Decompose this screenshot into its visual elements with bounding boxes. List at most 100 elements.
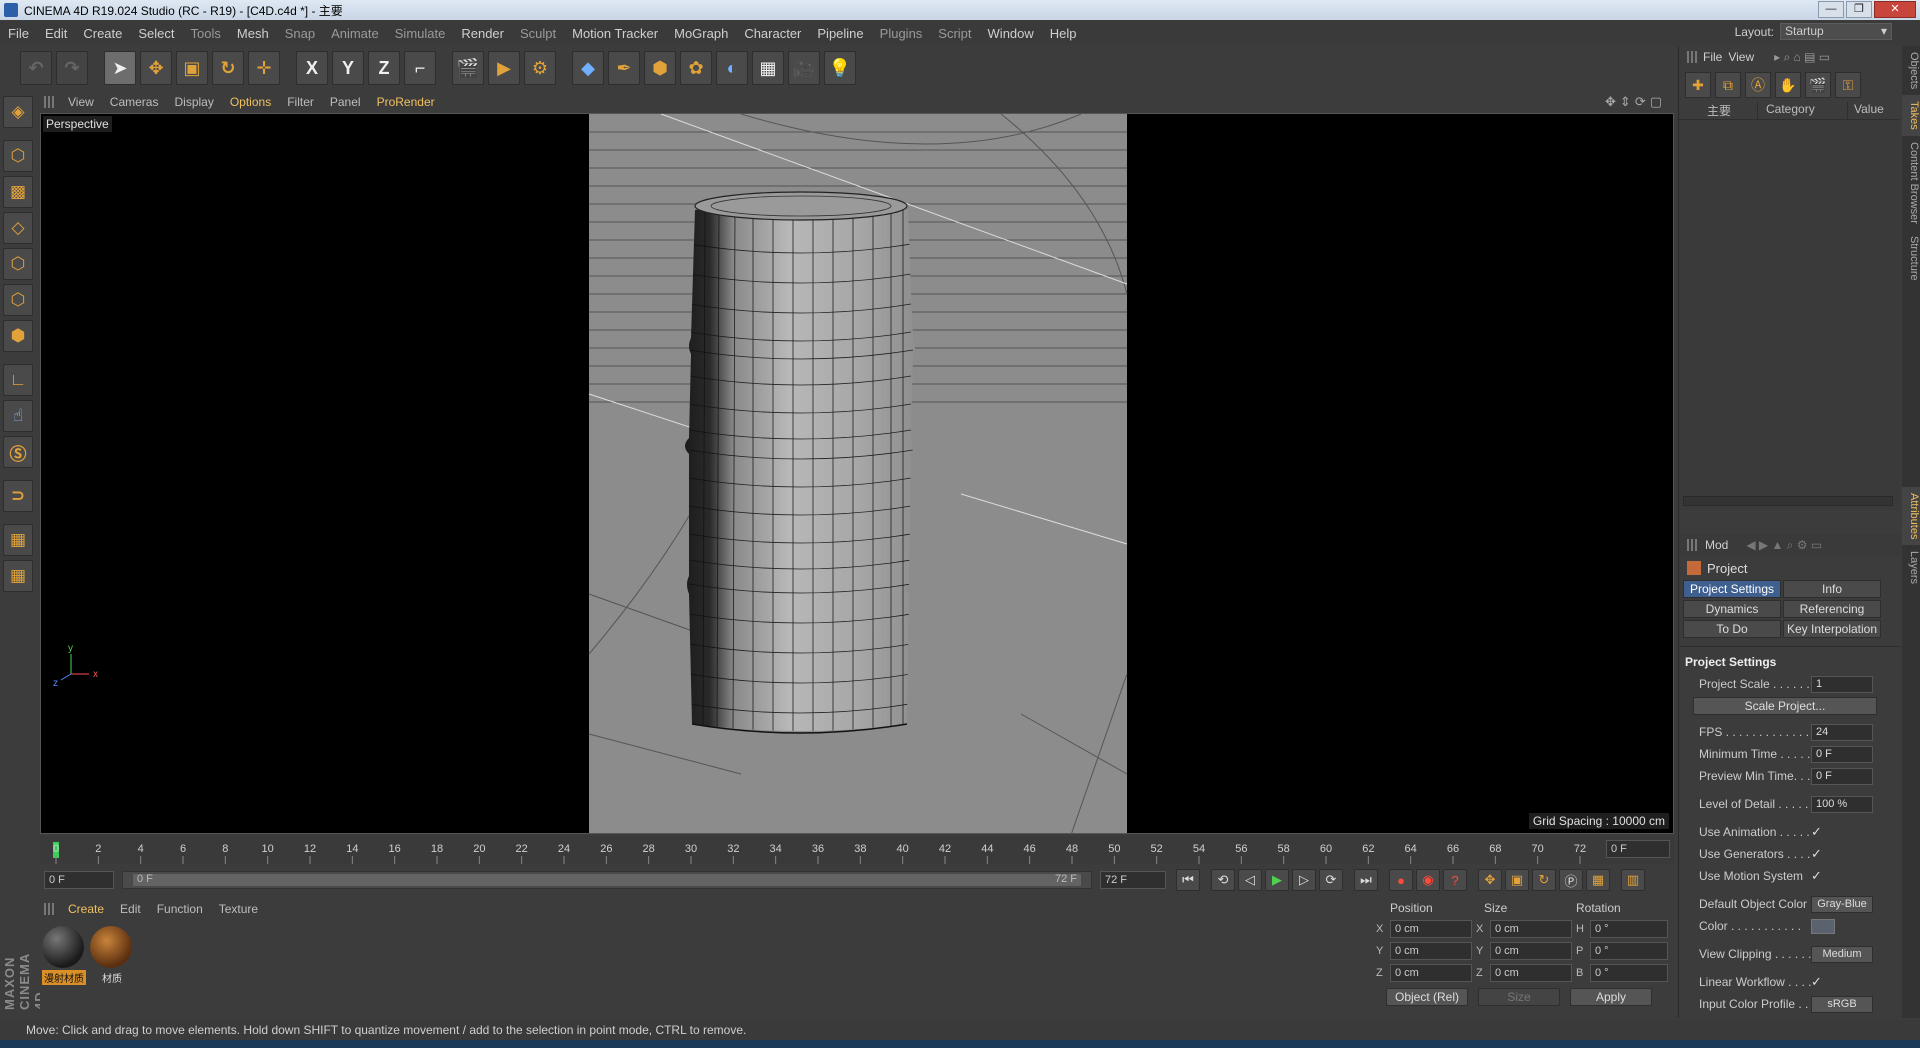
take-main-column[interactable]: 主要 xyxy=(1679,102,1757,119)
material-menu-create[interactable]: Create xyxy=(60,902,112,916)
side-tab-content-browser[interactable]: Content Browser xyxy=(1902,136,1920,230)
menu-file[interactable]: File xyxy=(0,26,37,41)
solo-icon[interactable]: Ⓢ xyxy=(3,436,33,468)
material-slot[interactable]: 漫射材质 xyxy=(42,926,86,986)
objects-menu-view[interactable]: View xyxy=(1728,50,1754,64)
menu-motion-tracker[interactable]: Motion Tracker xyxy=(564,26,666,41)
edges-mode-icon[interactable]: ⬡ xyxy=(3,284,33,316)
horizontal-scrollbar[interactable] xyxy=(1683,496,1893,506)
auto-take-icon[interactable]: Ⓐ xyxy=(1745,72,1771,98)
make-editable-icon[interactable]: ◈ xyxy=(3,96,33,128)
objects-menu-file[interactable]: File xyxy=(1703,50,1722,64)
texture-mode-icon[interactable]: ▩ xyxy=(3,176,33,208)
tweak-mode-icon[interactable]: ☝ xyxy=(3,400,33,432)
move-icon[interactable]: ✥ xyxy=(140,51,172,85)
size-mode-dropdown[interactable]: Size xyxy=(1478,988,1560,1006)
model-mode-icon[interactable]: ⬡ xyxy=(3,140,33,172)
timeline-window-icon[interactable]: ▥ xyxy=(1621,869,1645,891)
go-to-start-icon[interactable]: ⏮ xyxy=(1176,869,1200,891)
cloner-icon[interactable]: ✿ xyxy=(680,51,712,85)
maximize-button[interactable]: ❐ xyxy=(1846,1,1872,18)
render-picture-viewer-icon[interactable]: ▶ xyxy=(488,51,520,85)
objects-toolbar-icons[interactable]: ▸ ⌕ ⌂ ▤ ▭ xyxy=(1774,50,1830,65)
position-y-field[interactable]: 0 cm xyxy=(1390,942,1472,960)
viewport-menu-options[interactable]: Options xyxy=(222,95,279,109)
polygons-mode-icon[interactable]: ⬢ xyxy=(3,320,33,352)
attributes-mode-menu[interactable]: Mod xyxy=(1705,538,1728,552)
menu-character[interactable]: Character xyxy=(736,26,809,41)
viewport-menu-display[interactable]: Display xyxy=(166,95,221,109)
panel-grip-icon[interactable] xyxy=(1687,51,1697,63)
menu-mograph[interactable]: MoGraph xyxy=(666,26,736,41)
keyframe-selection-icon[interactable]: ? xyxy=(1443,869,1467,891)
menu-snap[interactable]: Snap xyxy=(277,26,323,41)
floor-icon[interactable]: ▦ xyxy=(752,51,784,85)
key-pla-icon[interactable]: ▦ xyxy=(1586,869,1610,891)
menu-mesh[interactable]: Mesh xyxy=(229,26,277,41)
size-y-field[interactable]: 0 cm xyxy=(1490,942,1572,960)
tab-referencing[interactable]: Referencing xyxy=(1783,600,1881,618)
menu-edit[interactable]: Edit xyxy=(37,26,75,41)
key-rotation-icon[interactable]: ↻ xyxy=(1532,869,1556,891)
tab-info[interactable]: Info xyxy=(1783,580,1881,598)
render-settings-icon[interactable]: ⚙ xyxy=(524,51,556,85)
color-swatch[interactable] xyxy=(1811,918,1835,934)
undo-icon[interactable]: ↶ xyxy=(20,51,52,85)
points-mode-icon[interactable]: ⬡ xyxy=(3,248,33,280)
rotate-icon[interactable]: ↻ xyxy=(212,51,244,85)
rotation-b-field[interactable]: 0 ° xyxy=(1590,964,1668,982)
lock-take-icon[interactable]: ⚿ xyxy=(1835,72,1861,98)
minimize-button[interactable]: — xyxy=(1818,1,1844,18)
deformer-icon[interactable]: ◐ xyxy=(716,51,748,85)
override-icon[interactable]: ✋ xyxy=(1775,72,1801,98)
view-clipping-dropdown[interactable]: Medium xyxy=(1811,945,1873,963)
panel-grip-icon[interactable] xyxy=(1687,539,1697,551)
viewport-camera-label[interactable]: Perspective xyxy=(43,116,112,132)
next-frame-icon[interactable]: ▷ xyxy=(1292,869,1316,891)
project-scale-field[interactable]: 1 xyxy=(1811,675,1873,693)
position-z-field[interactable]: 0 cm xyxy=(1390,964,1472,982)
menu-select[interactable]: Select xyxy=(130,26,182,41)
select-arrow-icon[interactable]: ➤ xyxy=(104,51,136,85)
y-axis-icon[interactable]: Y xyxy=(332,51,364,85)
menu-plugins[interactable]: Plugins xyxy=(872,26,931,41)
default-object-color-dropdown[interactable]: Gray-Blue xyxy=(1811,895,1873,913)
perspective-viewport[interactable]: y z x Perspective Grid Spacing : 10000 c… xyxy=(40,113,1674,834)
end-frame-field[interactable]: 72 F xyxy=(1100,871,1166,889)
menu-animate[interactable]: Animate xyxy=(323,26,387,41)
input-color-profile-dropdown[interactable]: sRGB xyxy=(1811,995,1873,1013)
menu-help[interactable]: Help xyxy=(1042,26,1085,41)
scale-icon[interactable]: ▣ xyxy=(176,51,208,85)
previous-key-icon[interactable]: ⟲ xyxy=(1211,869,1235,891)
menu-tools[interactable]: Tools xyxy=(183,26,229,41)
viewport-menu-view[interactable]: View xyxy=(60,95,102,109)
tab-dynamics[interactable]: Dynamics xyxy=(1683,600,1781,618)
preview-range-fill[interactable] xyxy=(133,874,1081,886)
level-of-detail-field[interactable]: 100 % xyxy=(1811,795,1873,813)
tab-key-interpolation[interactable]: Key Interpolation xyxy=(1783,620,1881,638)
preview-range-slider[interactable]: 0 F 72 F xyxy=(122,871,1092,889)
tab-to-do[interactable]: To Do xyxy=(1683,620,1781,638)
menu-script[interactable]: Script xyxy=(930,26,979,41)
camera-icon[interactable]: 🎥 xyxy=(788,51,820,85)
size-z-field[interactable]: 0 cm xyxy=(1490,964,1572,982)
material-menu-function[interactable]: Function xyxy=(149,902,211,916)
menu-window[interactable]: Window xyxy=(980,26,1042,41)
coordinate-mode-dropdown[interactable]: Object (Rel) xyxy=(1386,988,1468,1006)
side-tab-attributes[interactable]: Attributes xyxy=(1902,486,1920,546)
linear-workflow-checkbox[interactable]: ✓ xyxy=(1811,974,1822,990)
coordinate-system-icon[interactable]: ⌐ xyxy=(404,51,436,85)
workplane-lock-icon[interactable]: ▦ xyxy=(3,524,33,556)
menu-pipeline[interactable]: Pipeline xyxy=(809,26,871,41)
grid-icon[interactable]: ▦ xyxy=(3,560,33,592)
viewport-menu-prorender[interactable]: ProRender xyxy=(369,95,443,109)
viewport-menu-cameras[interactable]: Cameras xyxy=(102,95,167,109)
clone-take-icon[interactable]: ⧉ xyxy=(1715,72,1741,98)
takes-list[interactable] xyxy=(1679,120,1900,510)
start-frame-field[interactable]: 0 F xyxy=(44,871,114,889)
transform-icon[interactable]: ✛ xyxy=(248,51,280,85)
category-column[interactable]: Category xyxy=(1757,102,1847,119)
value-column[interactable]: Value xyxy=(1847,102,1884,119)
new-take-icon[interactable]: ✚ xyxy=(1685,72,1711,98)
use-generators-checkbox[interactable]: ✓ xyxy=(1811,846,1822,862)
